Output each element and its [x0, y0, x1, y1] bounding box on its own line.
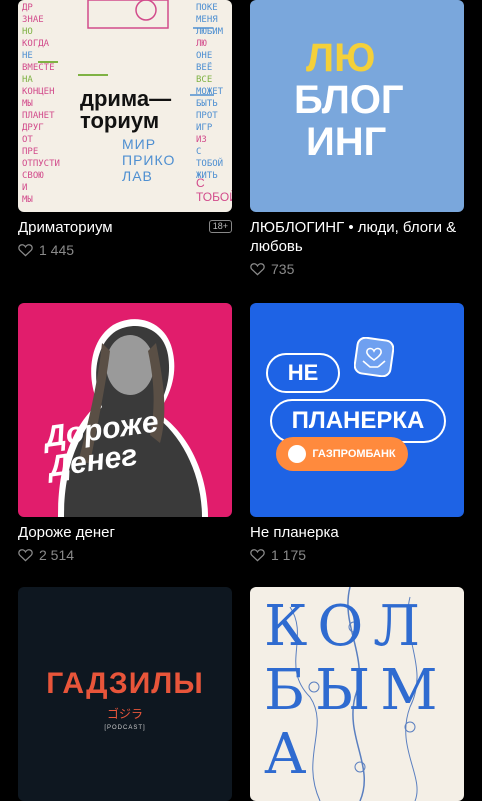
age-rating-badge: 18+ — [208, 220, 232, 233]
podcast-card-gadzily[interactable]: ГАДЗИЛЫ ゴジラ [PODCAST] — [18, 587, 232, 801]
podcast-card-ne-planerka[interactable]: НЕ ПЛАНЕРКА ГАЗПРОМБАНК Не планерка 1 17… — [250, 303, 464, 563]
podcast-card-lyublogging[interactable]: ЛЮ БЛОГ ИНГ ЛЮБЛОГИНГ • люди, блоги & лю… — [250, 0, 464, 277]
podcast-cover-ne-planerka[interactable]: НЕ ПЛАНЕРКА ГАЗПРОМБАНК — [250, 303, 464, 517]
likes-counter: 735 — [250, 261, 464, 277]
cover-title-line-3: ИНГ — [306, 120, 387, 164]
podcast-title[interactable]: Дороже денег — [18, 523, 115, 542]
podcast-card-kolbyma[interactable]: КОЛБЫМА — [250, 587, 464, 801]
podcast-cover-kolbyma[interactable]: КОЛБЫМА — [250, 587, 464, 801]
heart-icon[interactable] — [18, 243, 33, 257]
cover-title: дрима— ториум — [80, 86, 172, 133]
heart-icon[interactable] — [18, 548, 33, 562]
cover-title: ГАДЗИЛЫ — [46, 667, 204, 700]
podcast-card-drimatorium[interactable]: ДР ЗНАЕ НО КОГДА НЕ ВМЕСТЕ НА КОНЦЕН МЫ ПЛАНЕТ ДРУ… — [18, 0, 232, 258]
podcast-card-dorozhe-deneg[interactable]: Дороже Денег Дороже денег 2 514 — [18, 303, 232, 563]
cover-tail: С ТОБОЙ — [196, 176, 232, 204]
heart-icon[interactable] — [250, 262, 265, 276]
podcast-cover-drimatorium[interactable]: ДР ЗНАЕ НО КОГДА НЕ ВМЕСТЕ НА КОНЦЕН МЫ ПЛАНЕТ ДРУ… — [18, 0, 232, 212]
hands-heart-icon — [354, 337, 394, 377]
cover-japanese-text: ゴジラ — [106, 707, 143, 721]
podcast-title[interactable]: Не планерка — [250, 523, 339, 542]
podcast-cover-lyublogging[interactable]: ЛЮ БЛОГ ИНГ — [250, 0, 464, 212]
cover-subtitle: МИР ПРИКО ЛАВ — [122, 136, 176, 184]
sponsor-name: ГАЗПРОМБАНК — [312, 448, 396, 460]
likes-counter: 1 445 — [18, 242, 232, 258]
likes-counter: 1 175 — [250, 547, 464, 563]
cover-pill-ne: НЕ — [266, 353, 340, 393]
likes-count: 735 — [271, 261, 295, 277]
cover-title: КОЛБЫМА — [264, 594, 448, 787]
podcast-title[interactable]: Дриматориум — [18, 218, 113, 237]
podcast-cover-dorozhe-deneg[interactable]: Дороже Денег — [18, 303, 232, 517]
likes-counter: 2 514 — [18, 547, 232, 563]
cover-sponsor-pill: ГАЗПРОМБАНК — [276, 437, 408, 471]
podcast-cover-gadzily[interactable]: ГАДЗИЛЫ ゴジラ [PODCAST] — [18, 587, 232, 801]
likes-count: 2 514 — [39, 547, 75, 563]
cover-title-line-1: ЛЮ — [306, 36, 376, 80]
cover-podcast-label: [PODCAST] — [104, 725, 146, 731]
likes-count: 1 445 — [39, 242, 75, 258]
podcast-title[interactable]: ЛЮБЛОГИНГ • люди, блоги & любовь — [250, 218, 464, 256]
gazprombank-logo-icon — [288, 445, 307, 463]
heart-icon[interactable] — [250, 548, 265, 562]
likes-count: 1 175 — [271, 547, 307, 563]
cover-title-line-2: БЛОГ — [294, 78, 404, 122]
